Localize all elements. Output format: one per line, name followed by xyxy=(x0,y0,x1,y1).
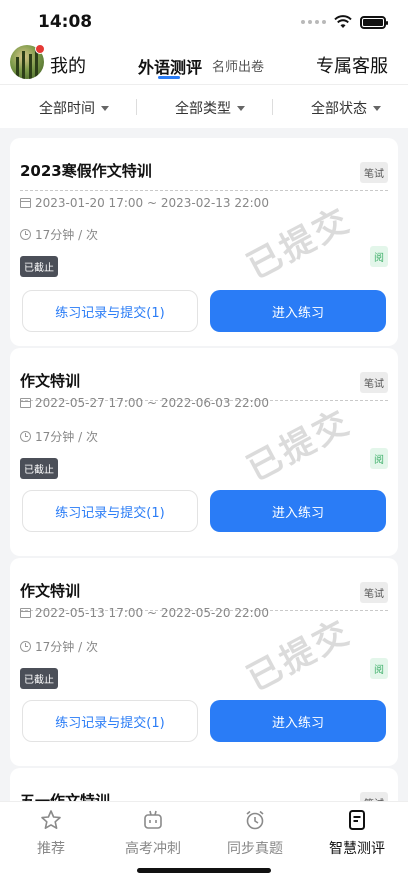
type-badge: 笔试 xyxy=(360,792,388,801)
duration: 17分钟 / 次 xyxy=(35,640,98,654)
calendar-icon xyxy=(20,398,31,408)
time-range-row: 2022-05-13 17:00 ~ 2022-05-20 22:00 xyxy=(20,606,269,620)
duration-row: 17分钟 / 次 xyxy=(20,226,98,243)
card-title: 作文特训 xyxy=(20,372,81,390)
tab-sync-exam[interactable]: 同步真题 xyxy=(204,808,306,858)
card-title: 作文特训 xyxy=(20,582,81,600)
tab-label: 高考冲刺 xyxy=(125,841,181,857)
clock-icon xyxy=(20,229,31,240)
customer-service-link[interactable]: 专属客服 xyxy=(316,52,388,78)
filter-status-label: 全部状态 xyxy=(311,101,367,117)
document-icon xyxy=(349,810,365,830)
my-label[interactable]: 我的 xyxy=(50,52,86,78)
card-title: 五一作文特训 xyxy=(20,792,111,801)
type-badge: 笔试 xyxy=(360,582,388,603)
status-time: 14:08 xyxy=(38,12,93,32)
tab-smart-assessment[interactable]: 智慧测评 xyxy=(306,808,408,858)
time-range: 2022-05-27 17:00 ~ 2022-06-03 22:00 xyxy=(35,396,269,410)
time-range: 2023-01-20 17:00 ~ 2023-02-13 22:00 xyxy=(35,196,269,210)
assessment-card: 作文特训 笔试 2022-05-13 17:00 ~ 2022-05-20 22… xyxy=(10,558,398,766)
time-range-row: 2022-05-27 17:00 ~ 2022-06-03 22:00 xyxy=(20,396,269,410)
assessment-list[interactable]: 2023寒假作文特训 笔试 2023-01-20 17:00 ~ 2023-02… xyxy=(0,128,408,801)
assessment-card: 五一作文特训 笔试 xyxy=(10,768,398,801)
enter-practice-button[interactable]: 进入练习 xyxy=(210,490,386,532)
status-badge: 已截止 xyxy=(20,256,58,277)
filter-time[interactable]: 全部时间 xyxy=(39,98,109,118)
signal-icon xyxy=(301,20,326,24)
filter-time-label: 全部时间 xyxy=(39,101,95,117)
tab-foreign-language-assessment[interactable]: 外语测评 xyxy=(138,54,202,78)
time-range-row: 2023-01-20 17:00 ~ 2023-02-13 22:00 xyxy=(20,196,269,210)
divider xyxy=(272,99,273,115)
read-badge: 阅 xyxy=(370,448,388,469)
duration: 17分钟 / 次 xyxy=(35,228,98,242)
type-badge: 笔试 xyxy=(360,372,388,393)
read-badge: 阅 xyxy=(370,658,388,679)
enter-practice-button[interactable]: 进入练习 xyxy=(210,290,386,332)
status-badge: 已截止 xyxy=(20,458,58,479)
read-badge: 阅 xyxy=(370,246,388,267)
duration: 17分钟 / 次 xyxy=(35,430,98,444)
notification-dot xyxy=(35,44,45,54)
time-range: 2022-05-13 17:00 ~ 2022-05-20 22:00 xyxy=(35,606,269,620)
duration-row: 17分钟 / 次 xyxy=(20,638,98,655)
filter-status[interactable]: 全部状态 xyxy=(311,98,381,118)
practice-record-button[interactable]: 练习记录与提交(1) xyxy=(22,290,198,332)
status-bar: 14:08 xyxy=(0,0,408,44)
status-icons xyxy=(301,15,388,29)
alarm-clock-icon xyxy=(246,810,264,830)
wifi-icon xyxy=(334,15,352,28)
filter-type-label: 全部类型 xyxy=(175,101,231,117)
top-nav: 我的 外语测评 名师出卷 专属客服 xyxy=(0,44,408,84)
enter-practice-button[interactable]: 进入练习 xyxy=(210,700,386,742)
type-badge: 笔试 xyxy=(360,162,388,183)
star-icon xyxy=(41,810,61,829)
tab-label: 智慧测评 xyxy=(329,841,385,857)
filter-type[interactable]: 全部类型 xyxy=(175,98,245,118)
home-indicator xyxy=(137,868,271,873)
card-title: 2023寒假作文特训 xyxy=(20,162,152,180)
caret-down-icon xyxy=(101,105,109,111)
status-badge: 已截止 xyxy=(20,668,58,689)
filter-bar: 全部时间 全部类型 全部状态 xyxy=(0,84,408,128)
tab-recommend[interactable]: 推荐 xyxy=(0,808,102,858)
calendar-icon xyxy=(20,608,31,618)
active-tab-indicator xyxy=(158,76,180,79)
tab-gaokao-sprint[interactable]: 高考冲刺 xyxy=(102,808,204,858)
tab-teacher-papers[interactable]: 名师出卷 xyxy=(212,56,264,75)
assessment-card: 2023寒假作文特训 笔试 2023-01-20 17:00 ~ 2023-02… xyxy=(10,138,398,346)
duration-row: 17分钟 / 次 xyxy=(20,428,98,445)
caret-down-icon xyxy=(237,105,245,111)
caret-down-icon xyxy=(373,105,381,111)
assessment-card: 作文特训 笔试 2022-05-27 17:00 ~ 2022-06-03 22… xyxy=(10,348,398,556)
battery-icon xyxy=(360,15,388,29)
avatar[interactable] xyxy=(10,44,45,79)
practice-record-button[interactable]: 练习记录与提交(1) xyxy=(22,700,198,742)
clock-icon xyxy=(20,641,31,652)
tab-label: 同步真题 xyxy=(227,841,283,857)
clock-icon xyxy=(20,431,31,442)
tab-label: 推荐 xyxy=(37,841,65,857)
divider xyxy=(136,99,137,115)
practice-record-button[interactable]: 练习记录与提交(1) xyxy=(22,490,198,532)
divider xyxy=(20,190,388,191)
calendar-icon xyxy=(20,198,31,208)
robot-icon xyxy=(144,810,162,829)
